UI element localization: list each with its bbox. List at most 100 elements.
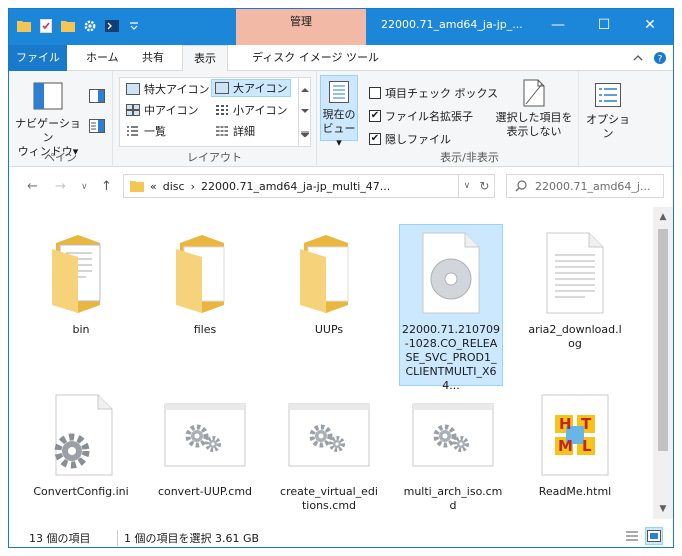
hidden-files-toggle[interactable]: ✔ 隠しファイル [369, 131, 451, 147]
script-file-icon [401, 387, 505, 483]
close-button[interactable]: ✕ [627, 9, 673, 41]
group-options: オプション [579, 71, 635, 167]
layout-large-icons[interactable]: 大アイコン [211, 79, 292, 97]
tab-disc-image-tools[interactable]: ディスク イメージ ツール [241, 45, 390, 71]
gear-icon[interactable] [83, 18, 97, 34]
search-box[interactable]: 22000.71_amd64_j... [506, 174, 664, 198]
file-item-log[interactable]: aria2_download.log [523, 225, 627, 351]
folder-icon [17, 18, 31, 34]
layout-medium-icons[interactable]: 中アイコン [123, 101, 201, 119]
scroll-up-icon[interactable]: ▲ [653, 209, 673, 225]
large-icons-icon [215, 82, 229, 94]
breadcrumb-separator[interactable]: › [191, 180, 195, 193]
help-icon[interactable]: ? [651, 49, 669, 67]
svg-text:T: T [581, 415, 592, 433]
file-name: 22000.71.210709-1028.CO_RELEASE_SVC_PROD… [402, 323, 500, 392]
collapse-ribbon-icon[interactable] [629, 49, 647, 67]
text-file-icon [523, 225, 627, 321]
config-file-icon [29, 387, 133, 483]
ribbon-tabs: ファイル ホーム 共有 表示 ディスク イメージ ツール ? [9, 45, 673, 72]
powershell-icon[interactable] [105, 18, 119, 34]
layout-list[interactable]: 一覧 [123, 122, 169, 140]
properties-icon[interactable] [39, 18, 53, 34]
file-item-create-virtual-editions[interactable]: create_virtual_editions.cmd [277, 387, 381, 513]
hide-selected-button[interactable]: 選択した項目を 表示しない [491, 75, 577, 139]
current-view-icon [321, 76, 357, 108]
file-item-bin[interactable]: bin [29, 225, 133, 337]
layout-small-icons[interactable]: 小アイコン [212, 101, 290, 119]
window-title: 22000.71_amd64_ja-jp_... [381, 18, 523, 31]
customize-qat-icon[interactable] [127, 18, 141, 34]
details-icon [216, 125, 228, 137]
chevron-up-icon [300, 87, 309, 92]
file-item-multi-arch-iso[interactable]: multi_arch_iso.cmd [401, 387, 505, 513]
extra-large-icons-icon [126, 83, 140, 95]
context-tab-manage[interactable]: 管理 [236, 9, 366, 45]
svg-text:M: M [558, 437, 573, 455]
layout-gallery-scroll[interactable] [299, 77, 311, 147]
tab-file[interactable]: ファイル [9, 45, 67, 71]
group-pane: ナビゲーション ウィンドウ▾ ペイン [9, 71, 113, 167]
refresh-icon[interactable]: ↻ [479, 179, 489, 193]
address-dropdown-icon[interactable]: ∨ [464, 181, 471, 191]
address-bar[interactable]: « disc › 22000.71_amd64_ja-jp_multi_47..… [123, 174, 459, 198]
recent-locations-icon[interactable]: ∨ [81, 182, 88, 192]
file-item-uups[interactable]: UUPs [277, 225, 381, 337]
folder-icon [130, 181, 144, 192]
tab-view[interactable]: 表示 [182, 45, 228, 72]
options-button[interactable]: オプション [583, 77, 633, 141]
back-arrow-icon[interactable]: ← [27, 179, 38, 194]
layout-extra-large-icons[interactable]: 特大アイコン [123, 80, 212, 98]
scrollbar-thumb[interactable] [658, 229, 668, 451]
layout-label: 詳細 [233, 125, 255, 138]
tab-home[interactable]: ホーム [75, 45, 130, 71]
checkbox-unchecked-icon [369, 87, 381, 99]
file-extensions-toggle[interactable]: ✔ ファイル名拡張子 [369, 108, 473, 124]
new-folder-icon[interactable] [61, 18, 75, 34]
small-icons-icon [216, 105, 228, 115]
address-overflow[interactable]: « [150, 180, 157, 193]
maximize-button[interactable]: ☐ [581, 9, 627, 41]
details-pane-icon[interactable] [89, 119, 105, 133]
tab-share[interactable]: 共有 [131, 45, 175, 71]
scroll-down-icon[interactable]: ▼ [653, 501, 673, 517]
checkbox-checked-icon: ✔ [369, 110, 381, 122]
address-actions: ∨ ↻ [459, 174, 495, 198]
minimize-button[interactable]: — [535, 9, 581, 41]
disc-image-icon [400, 225, 502, 321]
file-item-disc-image[interactable]: 22000.71.210709-1028.CO_RELEASE_SVC_PROD… [399, 224, 503, 392]
script-file-icon [277, 387, 381, 483]
layout-details[interactable]: 詳細 [212, 122, 258, 140]
file-list: bin files UUPs 22000.71.210709-1028.CO_R… [9, 207, 653, 519]
status-bar: 13 個の項目 1 個の項目を選択 3.61 GB [9, 519, 673, 547]
current-view-button[interactable]: 現在の ビュー▾ [320, 75, 358, 149]
file-item-readme[interactable]: HTML ReadMe.html [523, 387, 627, 499]
up-arrow-icon[interactable]: ↑ [101, 179, 112, 194]
file-item-ini[interactable]: ConvertConfig.ini [29, 387, 133, 499]
layout-label: 一覧 [144, 125, 166, 138]
group-label-layout: レイアウト [187, 151, 242, 164]
large-icons-view-icon[interactable] [645, 527, 663, 545]
vertical-scrollbar[interactable]: ▲ ▼ [653, 207, 673, 519]
preview-pane-icon[interactable] [89, 89, 105, 103]
current-view-label-2: ビュー▾ [322, 122, 356, 149]
navigation-pane-icon [15, 77, 81, 117]
list-icon [127, 126, 138, 136]
file-name: ConvertConfig.ini [33, 485, 129, 498]
group-label-pane: ペイン [44, 151, 77, 164]
title-bar: 管理 22000.71_amd64_ja-jp_... — ☐ ✕ [9, 9, 673, 45]
item-checkboxes-toggle[interactable]: 項目チェック ボックス [369, 85, 498, 101]
breadcrumb-disc[interactable]: disc [163, 180, 185, 193]
navigation-pane-button[interactable]: ナビゲーション ウィンドウ▾ [15, 77, 81, 159]
details-view-icon[interactable] [623, 527, 641, 545]
file-item-files[interactable]: files [153, 225, 257, 337]
breadcrumb-current[interactable]: 22000.71_amd64_ja-jp_multi_47... [201, 180, 390, 193]
ribbon-view: ナビゲーション ウィンドウ▾ ペイン 特大アイコン 大アイコン 中アイコン 小ア… [9, 71, 673, 167]
hide-selected-icon [491, 75, 577, 111]
folder-icon [153, 225, 257, 321]
group-show-hide: 項目チェック ボックス ✔ ファイル名拡張子 ✔ 隠しファイル 選択した項目を … [361, 71, 579, 167]
file-item-convert-uup[interactable]: convert-UUP.cmd [153, 387, 257, 499]
file-name: aria2_download.log [528, 323, 622, 350]
forward-arrow-icon[interactable]: → [55, 179, 66, 194]
quick-access-toolbar [17, 18, 141, 34]
